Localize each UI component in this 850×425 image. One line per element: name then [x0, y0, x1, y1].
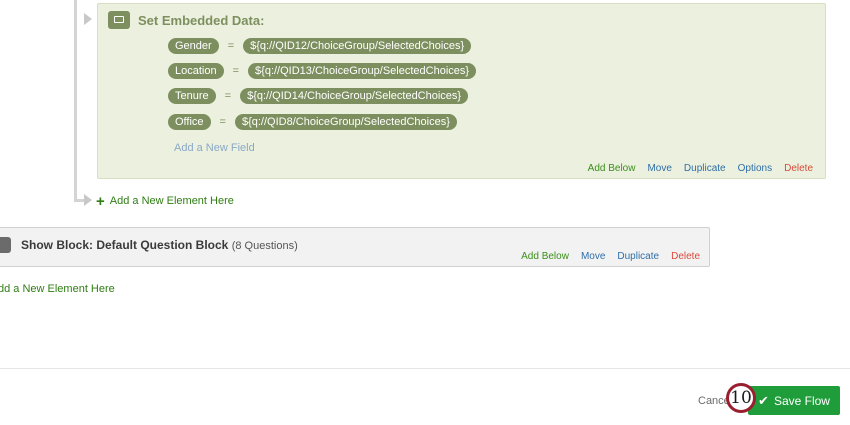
add-new-element-label: Add a New Element Here: [109, 195, 234, 207]
block-question-count: (8 Questions): [231, 240, 298, 252]
show-block-element[interactable]: Show Block: Default Question Block (8 Qu…: [0, 227, 710, 267]
embedded-field-row: Tenure = ${q://QID14/ChoiceGroup/Selecte…: [168, 88, 469, 104]
field-value-pill[interactable]: ${q://QID12/ChoiceGroup/SelectedChoices}: [243, 38, 472, 54]
embedded-action-bar: Add Below Move Duplicate Options Delete: [588, 163, 813, 174]
delete-link[interactable]: Delete: [784, 163, 813, 174]
delete-link[interactable]: Delete: [671, 251, 700, 262]
save-flow-label: Save Flow: [773, 393, 830, 408]
add-below-link[interactable]: Add Below: [521, 251, 569, 262]
field-value-pill[interactable]: ${q://QID13/ChoiceGroup/SelectedChoices}: [248, 63, 477, 79]
equals-sign: =: [219, 116, 226, 128]
embedded-field-row: Gender = ${q://QID12/ChoiceGroup/Selecte…: [168, 38, 472, 54]
save-flow-button[interactable]: ✔ Save Flow: [748, 386, 840, 415]
duplicate-link[interactable]: Duplicate: [684, 163, 726, 174]
move-link[interactable]: Move: [647, 163, 671, 174]
footer-bar: Cance ✔ Save Flow 10: [0, 368, 850, 425]
flow-arrow-icon: [84, 13, 92, 25]
embedded-field-row: Location = ${q://QID13/ChoiceGroup/Selec…: [168, 63, 477, 79]
field-name-pill[interactable]: Office: [168, 114, 211, 130]
add-new-element-link[interactable]: + Add a New Element Here: [96, 192, 234, 210]
flow-connector-line: [74, 0, 77, 202]
equals-sign: =: [224, 90, 232, 102]
options-link[interactable]: Options: [738, 163, 772, 174]
field-value-pill[interactable]: ${q://QID14/ChoiceGroup/SelectedChoices}: [240, 88, 469, 104]
add-new-element-link[interactable]: dd a New Element Here: [0, 283, 115, 295]
move-link[interactable]: Move: [581, 251, 605, 262]
add-below-link[interactable]: Add Below: [588, 163, 636, 174]
field-value-pill[interactable]: ${q://QID8/ChoiceGroup/SelectedChoices}: [234, 114, 457, 130]
field-name-pill[interactable]: Location: [168, 63, 224, 79]
embedded-data-icon: [108, 11, 130, 29]
flow-arrow-icon: [84, 194, 92, 206]
block-icon: [0, 237, 11, 253]
checkmark-icon: ✔: [758, 392, 769, 408]
field-name-pill[interactable]: Tenure: [168, 88, 216, 104]
duplicate-link[interactable]: Duplicate: [617, 251, 659, 262]
block-title: Show Block: Default Question Block (8 Qu…: [21, 238, 298, 252]
embedded-data-element[interactable]: Set Embedded Data: Gender = ${q://QID12/…: [97, 3, 826, 179]
step-number-badge: 10: [726, 383, 756, 413]
add-new-field-link[interactable]: Add a New Field: [174, 142, 255, 154]
embedded-field-row: Office = ${q://QID8/ChoiceGroup/Selected…: [168, 114, 457, 130]
block-action-bar: Add Below Move Duplicate Delete: [521, 251, 700, 262]
equals-sign: =: [227, 40, 235, 52]
plus-icon: +: [96, 192, 105, 210]
block-title-text: Show Block: Default Question Block: [21, 238, 229, 252]
embedded-data-title: Set Embedded Data:: [138, 13, 265, 28]
equals-sign: =: [232, 65, 240, 77]
field-name-pill[interactable]: Gender: [168, 38, 219, 54]
